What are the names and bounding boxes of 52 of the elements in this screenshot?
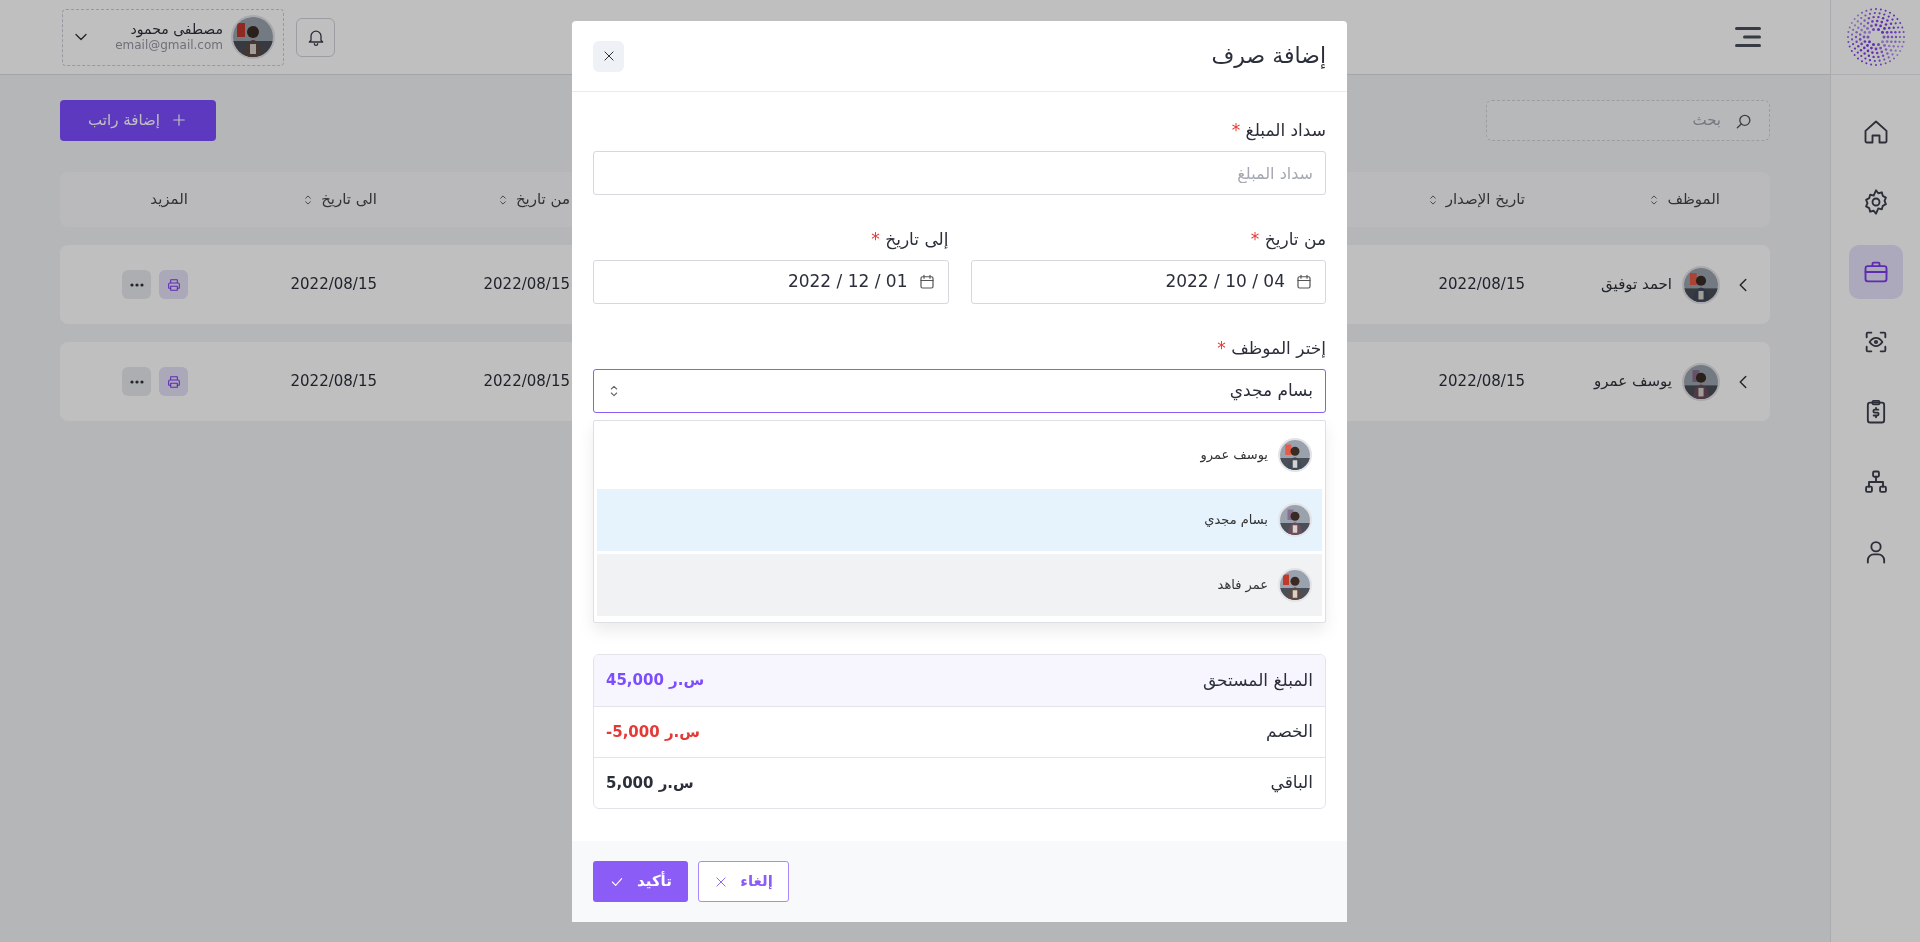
table-cell: 2022/08/15 [483,275,570,294]
menu-icon [1735,26,1761,48]
more-icon [129,282,144,287]
summary-value: 45,000 س.ر [606,670,705,692]
date-field[interactable]: 2022 / 12 / 01 [593,260,949,304]
field-label: إختر الموظف * [1216,337,1326,359]
column-header[interactable]: الى تاريخ [321,188,377,211]
table-cell: 2022/08/15 [483,372,570,391]
date-field[interactable]: 2022 / 10 / 04 [970,260,1326,304]
dropdown-option[interactable]: عمر فاهد [597,554,1322,616]
sidebar-item[interactable] [1848,245,1903,299]
more-button[interactable] [122,367,151,396]
printer-icon [165,276,182,293]
user-email: email@gmail.com [114,38,223,53]
confirm-button[interactable]: تأكيد [593,861,688,902]
employee-name: يوسف عمرو [1594,371,1672,393]
amount-field[interactable]: سداد المبلغ [593,151,1326,195]
close-icon [601,49,616,63]
table-cell: 2022/08/15 [1438,275,1525,294]
column-header[interactable]: المزيد [150,188,188,211]
table-cell: 2022/08/15 [1438,372,1525,391]
cancel-button[interactable]: إلغاء [698,861,789,902]
summary-value: -5,000 س.ر [606,721,700,743]
column-header[interactable]: تاريخ الإصدار [1445,188,1525,211]
logo-icon [1845,7,1906,67]
table-cell: 2022/08/15 [290,372,377,391]
column-header[interactable]: الموظف [1667,188,1720,211]
column-header[interactable]: من تاريخ [515,188,570,211]
more-button[interactable] [122,270,151,299]
table-cell: 2022/08/15 [290,275,377,294]
search-field[interactable]: بحث [1486,99,1770,141]
more-icon [129,379,144,384]
printer-icon [165,373,182,390]
employee-select[interactable]: بسام مجدي [593,369,1326,413]
notification-button[interactable] [296,17,335,57]
summary-label: الخصم [1266,720,1313,744]
print-button[interactable] [159,270,188,299]
calendar-icon [1295,273,1313,291]
field-label: من تاريخ * [1249,228,1326,250]
add-salary-button[interactable]: إضافة راتب [60,99,216,141]
field-label: إلى تاريخ * [870,228,949,250]
print-button[interactable] [159,367,188,396]
summary-label: الباقي [1270,771,1313,795]
summary-label: المبلغ المستحق [1202,668,1313,693]
field-label: سداد المبلغ * [1230,119,1326,141]
dropdown-option[interactable]: بسام مجدي [597,489,1322,551]
calendar-icon [917,273,936,291]
close-icon [714,874,729,889]
modal-title: إضافة صرف [1211,42,1326,70]
user-name: مصطفى محمود [129,21,223,39]
employee-name: احمد توفيق [1601,274,1672,296]
summary-value: 5,000 س.ر [606,772,694,794]
